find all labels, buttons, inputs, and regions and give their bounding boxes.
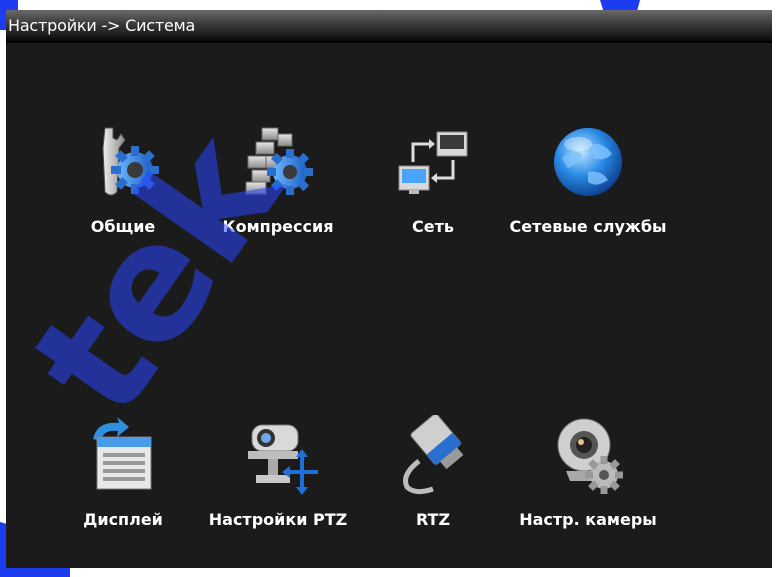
tile-network[interactable]: Сеть: [348, 122, 518, 272]
tile-rtz[interactable]: RTZ: [348, 415, 518, 565]
webcam-gear-icon: [548, 415, 628, 495]
tile-compression[interactable]: Компрессия: [193, 122, 363, 272]
title-bar: Настройки -> Система: [6, 10, 772, 43]
tile-camera-settings-label: Настр. камеры: [519, 510, 657, 529]
tile-network-services[interactable]: Сетевые службы: [503, 122, 673, 272]
tile-general[interactable]: Общие: [38, 122, 208, 272]
system-settings-window: Настройки -> Система Общие Компрессия Се…: [6, 10, 772, 568]
bricks-gear-icon: [238, 122, 318, 202]
network-icon: [393, 122, 473, 202]
tile-rtz-label: RTZ: [415, 510, 451, 529]
tile-display-label: Дисплей: [83, 510, 163, 529]
serial-cable-icon: [393, 415, 473, 495]
tile-general-label: Общие: [90, 217, 156, 236]
ptz-camera-icon: [238, 415, 318, 495]
tile-compression-label: Компрессия: [222, 217, 334, 236]
tile-ptz-settings-label: Настройки PTZ: [208, 510, 348, 529]
globe-icon: [548, 122, 628, 202]
tile-display[interactable]: Дисплей: [38, 415, 208, 565]
breadcrumb-title: Настройки -> Система: [8, 16, 196, 35]
tile-ptz-settings[interactable]: Настройки PTZ: [193, 415, 363, 565]
tile-network-label: Сеть: [412, 217, 454, 236]
tile-camera-settings[interactable]: Настр. камеры: [503, 415, 673, 565]
wrench-gear-icon: [83, 122, 163, 202]
display-icon: [83, 415, 163, 495]
tile-network-services-label: Сетевые службы: [509, 217, 667, 236]
